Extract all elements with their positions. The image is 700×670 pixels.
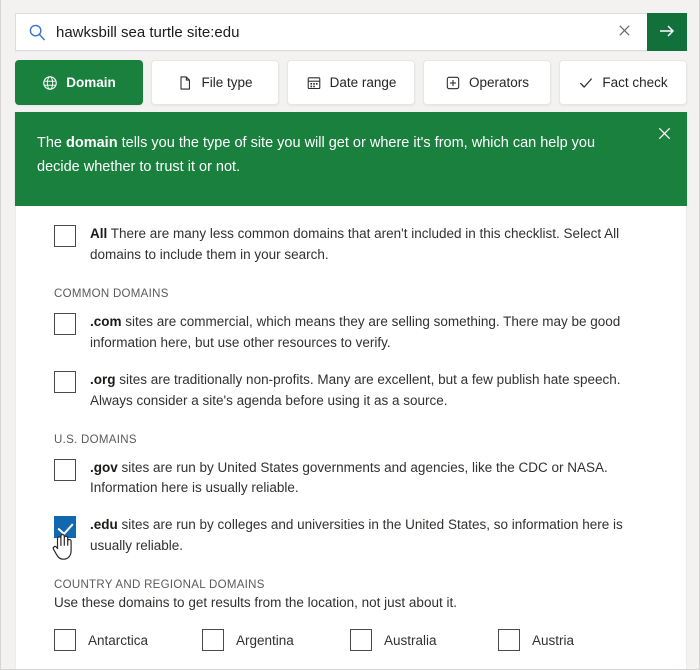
check-icon <box>578 75 594 91</box>
close-icon <box>656 125 673 145</box>
country-antarctica[interactable]: Antarctica <box>54 629 202 652</box>
tab-operators[interactable]: Operators <box>423 60 551 105</box>
info-banner: The domain tells you the type of site yo… <box>15 112 687 206</box>
option-org-description: sites are traditionally non-profits. Man… <box>90 371 621 408</box>
option-all-description: There are many less common domains that … <box>90 226 620 262</box>
tab-fact-check[interactable]: Fact check <box>559 60 687 105</box>
checkbox-austria[interactable] <box>498 629 520 652</box>
option-gov-term: .gov <box>90 459 118 475</box>
tab-date-range[interactable]: Date range <box>287 60 415 105</box>
plus-box-icon <box>445 75 461 91</box>
tab-domain[interactable]: Domain <box>15 60 143 105</box>
submit-search-button[interactable] <box>647 13 687 51</box>
tab-file-type[interactable]: File type <box>151 60 279 105</box>
checkbox-australia[interactable] <box>350 629 372 652</box>
option-gov-description: sites are run by United States governmen… <box>90 459 608 496</box>
checkbox-argentina[interactable] <box>202 629 224 652</box>
option-all[interactable]: All There are many less common domains t… <box>54 224 664 266</box>
section-heading-us: U.S. DOMAINS <box>54 433 137 446</box>
option-com[interactable]: .com sites are commercial, which means t… <box>54 312 664 354</box>
country-australia[interactable]: Australia <box>350 629 498 652</box>
search-bar <box>15 13 687 51</box>
tab-operators-label: Operators <box>468 75 530 90</box>
option-org-term: .org <box>90 371 116 387</box>
tab-file-type-label: File type <box>201 75 253 90</box>
checkbox-edu[interactable] <box>54 516 76 539</box>
checkbox-antarctica[interactable] <box>54 629 76 652</box>
option-org-text: .org sites are traditionally non-profits… <box>90 370 660 412</box>
option-com-text: .com sites are commercial, which means t… <box>90 312 660 354</box>
option-edu-term: .edu <box>90 517 118 533</box>
section-heading-country: COUNTRY AND REGIONAL DOMAINS <box>54 579 265 592</box>
banner-bold-term: domain <box>66 135 118 151</box>
tab-date-range-label: Date range <box>329 75 397 90</box>
calendar-icon <box>306 75 322 91</box>
country-argentina-label: Argentina <box>236 632 294 648</box>
section-heading-common: COMMON DOMAINS <box>54 287 169 300</box>
country-argentina[interactable]: Argentina <box>202 629 350 652</box>
tab-fact-check-label: Fact check <box>602 75 668 90</box>
clear-search-button[interactable] <box>609 14 639 50</box>
search-box[interactable] <box>15 13 647 51</box>
search-coach-panel: Domain File type <box>0 0 700 670</box>
tab-domain-label: Domain <box>66 75 116 90</box>
checkbox-all[interactable] <box>54 225 76 247</box>
section-subtext-country: Use these domains to get results from th… <box>54 595 457 611</box>
search-input[interactable] <box>56 23 609 41</box>
country-checkbox-grid: Antarctica Argentina Australia Austria <box>54 629 664 652</box>
arrow-right-icon <box>657 21 677 44</box>
option-gov[interactable]: .gov sites are run by United States gove… <box>54 458 664 500</box>
globe-icon <box>42 75 58 91</box>
option-all-text: All There are many less common domains t… <box>90 224 660 266</box>
option-edu-text: .edu sites are run by colleges and unive… <box>90 515 660 557</box>
domain-options-panel: All There are many less common domains t… <box>15 206 687 669</box>
close-banner-button[interactable] <box>649 120 679 150</box>
country-austria[interactable]: Austria <box>498 629 646 652</box>
search-icon <box>28 23 46 41</box>
option-org[interactable]: .org sites are traditionally non-profits… <box>54 370 664 412</box>
option-com-term: .com <box>90 313 122 329</box>
option-edu-description: sites are run by colleges and universiti… <box>90 517 623 554</box>
filter-tabs: Domain File type Date range Operators Fa… <box>15 60 687 105</box>
banner-prefix: The <box>37 135 67 151</box>
checkbox-com[interactable] <box>54 312 76 335</box>
country-australia-label: Australia <box>384 632 437 648</box>
option-com-description: sites are commercial, which means they a… <box>90 313 621 350</box>
close-icon <box>617 23 632 41</box>
option-all-term: All <box>90 226 108 241</box>
country-austria-label: Austria <box>532 632 575 648</box>
checkbox-gov[interactable] <box>54 458 76 481</box>
checkbox-org[interactable] <box>54 370 76 393</box>
country-antarctica-label: Antarctica <box>88 632 149 648</box>
banner-suffix: tells you the type of site you will get … <box>37 135 596 175</box>
document-icon <box>177 75 193 91</box>
option-gov-text: .gov sites are run by United States gove… <box>90 458 660 500</box>
option-edu[interactable]: .edu sites are run by colleges and unive… <box>54 515 664 557</box>
info-banner-text: The domain tells you the type of site yo… <box>37 132 637 180</box>
